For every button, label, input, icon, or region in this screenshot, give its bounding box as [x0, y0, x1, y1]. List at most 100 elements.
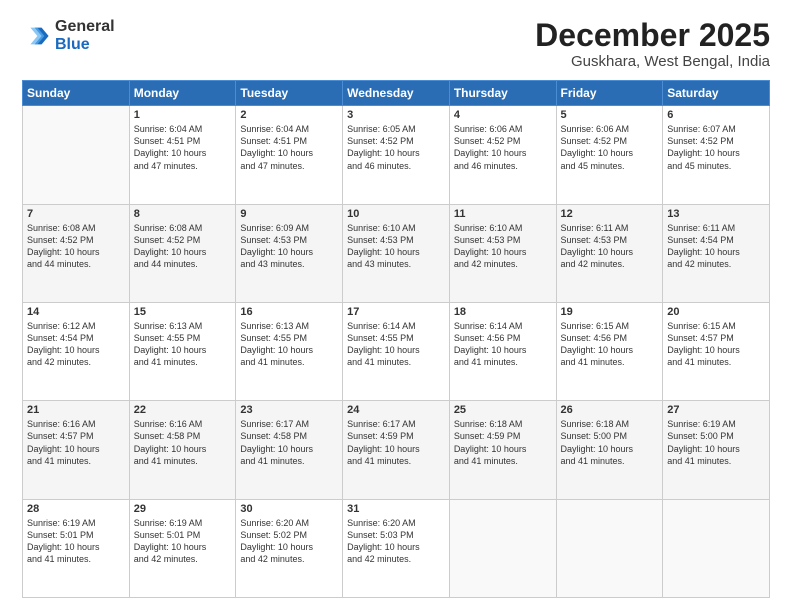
calendar-cell: 25 Sunrise: 6:18 AM Sunset: 4:59 PM Dayli…	[449, 401, 556, 499]
day-number: 8	[134, 208, 232, 220]
day-info: Sunrise: 6:19 AM Sunset: 5:01 PM Dayligh…	[134, 517, 232, 566]
day-info: Sunrise: 6:20 AM Sunset: 5:02 PM Dayligh…	[240, 517, 338, 566]
day-number: 21	[27, 404, 125, 416]
calendar-header-row: SundayMondayTuesdayWednesdayThursdayFrid…	[23, 81, 770, 106]
calendar-cell: 24 Sunrise: 6:17 AM Sunset: 4:59 PM Dayli…	[343, 401, 450, 499]
day-info: Sunrise: 6:17 AM Sunset: 4:58 PM Dayligh…	[240, 418, 338, 467]
weekday-header: Thursday	[449, 81, 556, 106]
day-number: 1	[134, 109, 232, 121]
day-number: 11	[454, 208, 552, 220]
day-number: 6	[667, 109, 765, 121]
calendar-week-row: 14 Sunrise: 6:12 AM Sunset: 4:54 PM Dayli…	[23, 302, 770, 400]
calendar-cell: 23Sunrise: 6:17 AM Sunset: 4:58 PM Dayli…	[236, 401, 343, 499]
calendar-cell: 8 Sunrise: 6:08 AM Sunset: 4:52 PM Daylig…	[129, 204, 236, 302]
day-number: 7	[27, 208, 125, 220]
logo: General Blue	[22, 18, 115, 53]
day-info: Sunrise: 6:12 AM Sunset: 4:54 PM Dayligh…	[27, 320, 125, 369]
day-number: 16	[240, 306, 338, 318]
day-info: Sunrise: 6:14 AM Sunset: 4:56 PM Dayligh…	[454, 320, 552, 369]
day-number: 4	[454, 109, 552, 121]
calendar-cell: 9 Sunrise: 6:09 AM Sunset: 4:53 PM Daylig…	[236, 204, 343, 302]
day-info: Sunrise: 6:11 AM Sunset: 4:54 PM Dayligh…	[667, 222, 765, 271]
calendar-cell	[663, 499, 770, 597]
day-info: Sunrise: 6:15 AM Sunset: 4:56 PM Dayligh…	[561, 320, 659, 369]
day-number: 14	[27, 306, 125, 318]
logo-icon	[22, 22, 50, 50]
day-number: 17	[347, 306, 445, 318]
location-subtitle: Guskhara, West Bengal, India	[535, 53, 770, 70]
day-info: Sunrise: 6:08 AM Sunset: 4:52 PM Dayligh…	[134, 222, 232, 271]
day-number: 29	[134, 503, 232, 515]
calendar-week-row: 21Sunrise: 6:16 AM Sunset: 4:57 PM Dayli…	[23, 401, 770, 499]
calendar-cell: 22Sunrise: 6:16 AM Sunset: 4:58 PM Dayli…	[129, 401, 236, 499]
logo-blue: Blue	[55, 36, 115, 54]
calendar-week-row: 28 Sunrise: 6:19 AM Sunset: 5:01 PM Dayli…	[23, 499, 770, 597]
calendar-week-row: 1 Sunrise: 6:04 AM Sunset: 4:51 PM Daylig…	[23, 106, 770, 204]
day-number: 19	[561, 306, 659, 318]
day-number: 13	[667, 208, 765, 220]
day-info: Sunrise: 6:17 AM Sunset: 4:59 PM Dayligh…	[347, 418, 445, 467]
logo-text: General Blue	[55, 18, 115, 53]
day-number: 30	[240, 503, 338, 515]
day-number: 5	[561, 109, 659, 121]
calendar-cell: 14 Sunrise: 6:12 AM Sunset: 4:54 PM Dayli…	[23, 302, 130, 400]
calendar-cell: 30 Sunrise: 6:20 AM Sunset: 5:02 PM Dayli…	[236, 499, 343, 597]
calendar-cell: 6 Sunrise: 6:07 AM Sunset: 4:52 PM Daylig…	[663, 106, 770, 204]
day-info: Sunrise: 6:11 AM Sunset: 4:53 PM Dayligh…	[561, 222, 659, 271]
day-info: Sunrise: 6:15 AM Sunset: 4:57 PM Dayligh…	[667, 320, 765, 369]
day-info: Sunrise: 6:18 AM Sunset: 4:59 PM Dayligh…	[454, 418, 552, 467]
calendar-week-row: 7 Sunrise: 6:08 AM Sunset: 4:52 PM Daylig…	[23, 204, 770, 302]
calendar-cell: 17Sunrise: 6:14 AM Sunset: 4:55 PM Dayli…	[343, 302, 450, 400]
calendar-cell: 11 Sunrise: 6:10 AM Sunset: 4:53 PM Dayli…	[449, 204, 556, 302]
day-info: Sunrise: 6:19 AM Sunset: 5:00 PM Dayligh…	[667, 418, 765, 467]
calendar-cell: 2 Sunrise: 6:04 AM Sunset: 4:51 PM Daylig…	[236, 106, 343, 204]
calendar-cell: 5Sunrise: 6:06 AM Sunset: 4:52 PM Daylig…	[556, 106, 663, 204]
title-block: December 2025 Guskhara, West Bengal, Ind…	[535, 18, 770, 70]
calendar-cell: 3 Sunrise: 6:05 AM Sunset: 4:52 PM Daylig…	[343, 106, 450, 204]
day-number: 25	[454, 404, 552, 416]
calendar-cell: 28 Sunrise: 6:19 AM Sunset: 5:01 PM Dayli…	[23, 499, 130, 597]
day-info: Sunrise: 6:04 AM Sunset: 4:51 PM Dayligh…	[240, 123, 338, 172]
day-info: Sunrise: 6:20 AM Sunset: 5:03 PM Dayligh…	[347, 517, 445, 566]
day-number: 12	[561, 208, 659, 220]
weekday-header: Monday	[129, 81, 236, 106]
day-info: Sunrise: 6:10 AM Sunset: 4:53 PM Dayligh…	[454, 222, 552, 271]
day-info: Sunrise: 6:07 AM Sunset: 4:52 PM Dayligh…	[667, 123, 765, 172]
day-number: 26	[561, 404, 659, 416]
day-number: 3	[347, 109, 445, 121]
month-title: December 2025	[535, 18, 770, 53]
calendar-cell: 26Sunrise: 6:18 AM Sunset: 5:00 PM Dayli…	[556, 401, 663, 499]
calendar-cell	[449, 499, 556, 597]
calendar-cell: 16Sunrise: 6:13 AM Sunset: 4:55 PM Dayli…	[236, 302, 343, 400]
day-number: 9	[240, 208, 338, 220]
day-info: Sunrise: 6:05 AM Sunset: 4:52 PM Dayligh…	[347, 123, 445, 172]
day-info: Sunrise: 6:09 AM Sunset: 4:53 PM Dayligh…	[240, 222, 338, 271]
calendar-cell: 7 Sunrise: 6:08 AM Sunset: 4:52 PM Daylig…	[23, 204, 130, 302]
calendar-cell: 4 Sunrise: 6:06 AM Sunset: 4:52 PM Daylig…	[449, 106, 556, 204]
day-number: 15	[134, 306, 232, 318]
day-info: Sunrise: 6:04 AM Sunset: 4:51 PM Dayligh…	[134, 123, 232, 172]
calendar-cell: 1 Sunrise: 6:04 AM Sunset: 4:51 PM Daylig…	[129, 106, 236, 204]
day-info: Sunrise: 6:06 AM Sunset: 4:52 PM Dayligh…	[454, 123, 552, 172]
day-number: 28	[27, 503, 125, 515]
page: General Blue December 2025 Guskhara, Wes…	[0, 0, 792, 612]
weekday-header: Saturday	[663, 81, 770, 106]
weekday-header: Wednesday	[343, 81, 450, 106]
header: General Blue December 2025 Guskhara, Wes…	[22, 18, 770, 70]
calendar-cell: 29 Sunrise: 6:19 AM Sunset: 5:01 PM Dayli…	[129, 499, 236, 597]
calendar-table: SundayMondayTuesdayWednesdayThursdayFrid…	[22, 80, 770, 598]
day-number: 18	[454, 306, 552, 318]
day-number: 27	[667, 404, 765, 416]
day-number: 2	[240, 109, 338, 121]
calendar-cell: 19 Sunrise: 6:15 AM Sunset: 4:56 PM Dayli…	[556, 302, 663, 400]
weekday-header: Sunday	[23, 81, 130, 106]
day-info: Sunrise: 6:08 AM Sunset: 4:52 PM Dayligh…	[27, 222, 125, 271]
day-number: 24	[347, 404, 445, 416]
day-number: 10	[347, 208, 445, 220]
logo-general: General	[55, 18, 115, 36]
day-info: Sunrise: 6:19 AM Sunset: 5:01 PM Dayligh…	[27, 517, 125, 566]
calendar-cell: 15Sunrise: 6:13 AM Sunset: 4:55 PM Dayli…	[129, 302, 236, 400]
day-number: 31	[347, 503, 445, 515]
calendar-cell: 27 Sunrise: 6:19 AM Sunset: 5:00 PM Dayli…	[663, 401, 770, 499]
calendar-cell: 18 Sunrise: 6:14 AM Sunset: 4:56 PM Dayli…	[449, 302, 556, 400]
